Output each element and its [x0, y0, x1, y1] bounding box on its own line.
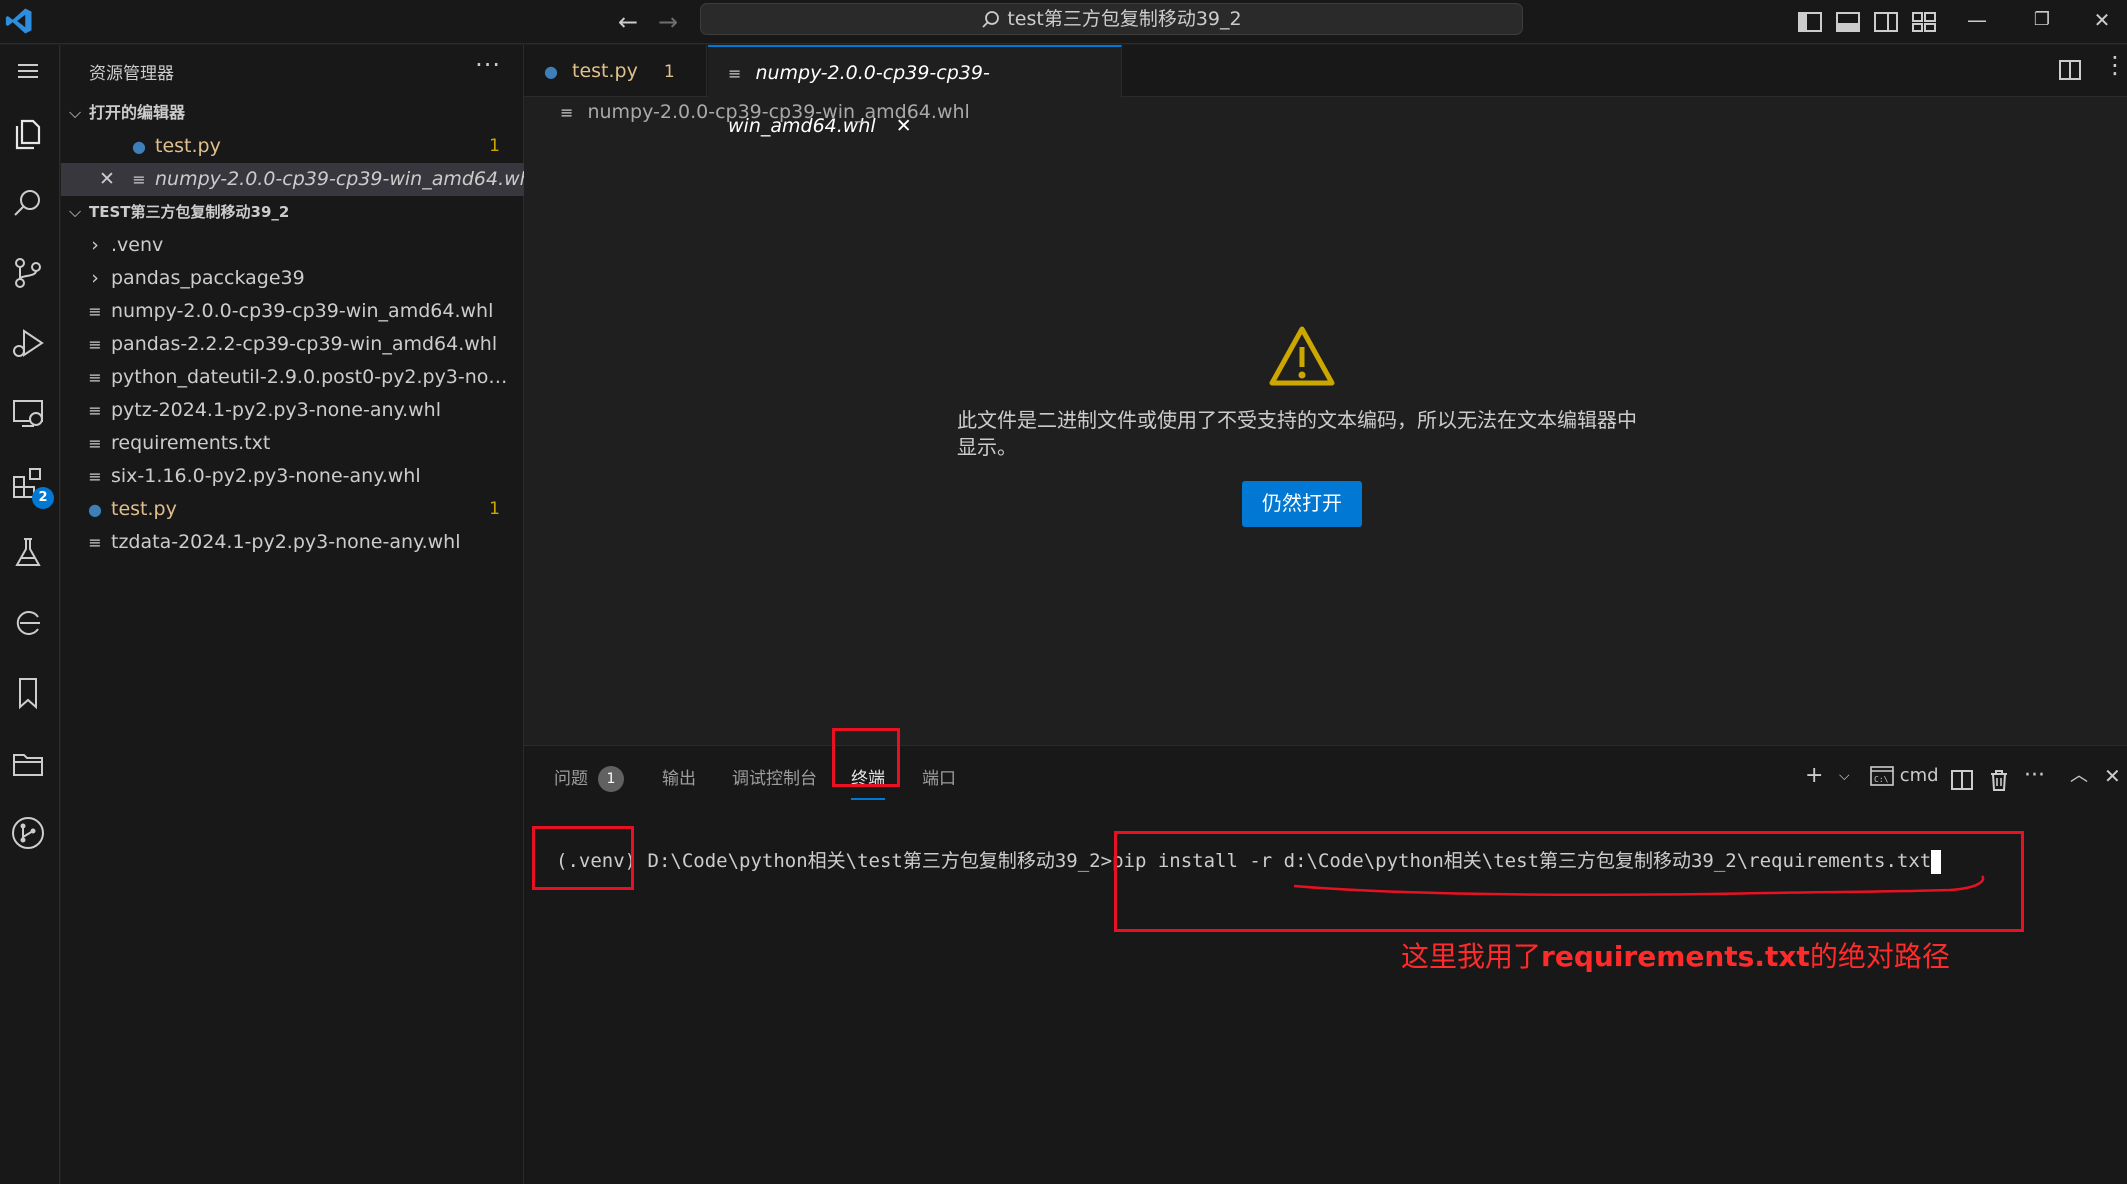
toggle-panel-icon[interactable] [1832, 6, 1864, 38]
title-bar: ← → test第三方包复制移动39_2 — ❐ ✕ [0, 0, 2127, 44]
git-graph-icon[interactable] [8, 813, 52, 857]
editor-tabs: ● test.py 1 ≡ numpy-2.0.0-cp39-cp39-win_… [524, 45, 2127, 137]
close-icon[interactable]: ✕ [97, 163, 117, 196]
tab-output[interactable]: 输出 [662, 764, 696, 794]
command-center-search[interactable]: test第三方包复制移动39_2 [700, 3, 1523, 35]
open-anyway-button[interactable]: 仍然打开 [1242, 481, 1362, 527]
trash-icon[interactable] [1988, 764, 2010, 796]
file-lines-icon: ≡ [88, 401, 102, 420]
svg-text:C:\: C:\ [1874, 775, 1889, 784]
file-lines-icon: ≡ [88, 467, 102, 486]
annotation-note: 这里我用了requirements.txt的绝对路径 [1401, 940, 1950, 973]
file-lines-icon: ≡ [132, 170, 146, 189]
tree-item-file[interactable]: ≡ six-1.16.0-py2.py3-none-any.whl [61, 460, 524, 493]
folder-icon[interactable] [8, 743, 52, 787]
more-actions-icon[interactable]: ··· [2024, 760, 2045, 792]
timeline-icon[interactable] [8, 603, 52, 647]
maximize-panel-icon[interactable]: ︿ [2070, 760, 2088, 792]
tab-problems[interactable]: 问题 1 [554, 764, 624, 794]
search-text: test第三方包复制移动39_2 [1007, 8, 1242, 30]
tree-item-file[interactable]: ≡ pandas-2.2.2-cp39-cp39-win_amd64.whl [61, 328, 524, 361]
open-editor-item[interactable]: ● test.py 1 [61, 130, 524, 163]
tree-item-file[interactable]: ≡ requirements.txt [61, 427, 524, 460]
python-file-icon: ● [544, 62, 558, 81]
chevron-right-icon: › [91, 267, 99, 289]
problem-count: 1 [489, 499, 500, 519]
tab-ports[interactable]: 端口 [922, 764, 956, 794]
chevron-down-icon: ⌵ [69, 103, 82, 122]
explorer-icon[interactable] [8, 113, 52, 157]
extensions-icon[interactable]: 2 [8, 463, 54, 509]
split-editor-icon[interactable] [2057, 57, 2083, 83]
search-sidebar-icon[interactable] [8, 183, 52, 227]
terminal-path: D:\Code\python相关\test第三方包复制移动39_2 [636, 850, 1101, 872]
open-editors-header[interactable]: ⌵ 打开的编辑器 [61, 97, 524, 129]
annotation-box-terminal-tab [832, 728, 900, 787]
toggle-sidebar-icon[interactable] [1794, 6, 1826, 38]
workspace-header[interactable]: ⌵ TEST第三方包复制移动39_2 [61, 196, 524, 228]
vscode-logo-icon [5, 8, 32, 34]
editor-area: ● test.py 1 ≡ numpy-2.0.0-cp39-cp39-win_… [524, 45, 2127, 745]
tab-test-py[interactable]: ● test.py 1 [524, 45, 707, 97]
sidebar-title: 资源管理器 [89, 64, 174, 84]
tree-item-file[interactable]: ≡ tzdata-2024.1-py2.py3-none-any.whl [61, 526, 524, 559]
breadcrumb[interactable]: ≡ numpy-2.0.0-cp39-cp39-win_amd64.whl [560, 101, 970, 123]
problem-count: 1 [489, 136, 500, 156]
testing-icon[interactable] [8, 533, 52, 577]
tree-item-file[interactable]: ≡ numpy-2.0.0-cp39-cp39-win_amd64.whl [61, 295, 524, 328]
customize-layout-icon[interactable] [1908, 6, 1940, 38]
restore-button[interactable]: ❐ [2022, 4, 2062, 36]
new-terminal-icon[interactable]: + [1805, 760, 1823, 792]
problems-badge: 1 [598, 766, 624, 792]
toggle-secondary-sidebar-icon[interactable] [1870, 6, 1902, 38]
forward-arrow-icon[interactable]: → [652, 6, 684, 38]
terminal-profile[interactable]: C:\ cmd [1870, 760, 1939, 792]
run-debug-icon[interactable] [8, 323, 52, 367]
more-actions-icon[interactable]: ··· [475, 51, 501, 79]
bookmark-icon[interactable] [8, 673, 52, 717]
tree-item-folder[interactable]: › .venv [61, 229, 524, 262]
source-control-icon[interactable] [8, 253, 52, 297]
file-lines-icon: ≡ [560, 103, 574, 122]
file-lines-icon: ≡ [88, 335, 102, 354]
binary-file-notice: 此文件是二进制文件或使用了不受支持的文本编码，所以无法在文本编辑器中显示。 仍然… [524, 325, 2080, 527]
chevron-down-icon[interactable]: ⌵ [1839, 760, 1850, 792]
tab-debug-console[interactable]: 调试控制台 [732, 764, 817, 794]
close-window-button[interactable]: ✕ [2082, 4, 2122, 36]
split-terminal-icon[interactable] [1950, 764, 1974, 796]
file-lines-icon: ≡ [728, 64, 742, 83]
search-icon [982, 10, 1000, 28]
file-lines-icon: ≡ [88, 368, 102, 387]
python-file-icon: ● [132, 137, 146, 156]
back-arrow-icon[interactable]: ← [612, 6, 644, 38]
minimize-button[interactable]: — [1957, 4, 1997, 36]
file-lines-icon: ≡ [88, 434, 102, 453]
extensions-badge: 2 [32, 487, 54, 509]
chevron-down-icon: ⌵ [69, 202, 82, 221]
binary-file-message: 此文件是二进制文件或使用了不受支持的文本编码，所以无法在文本编辑器中显示。 [957, 408, 1637, 459]
tree-item-file[interactable]: ≡ python_dateutil-2.9.0.post0-py2.py3-no… [61, 361, 524, 394]
tree-item-file[interactable]: ● test.py 1 [61, 493, 524, 526]
chevron-right-icon: › [91, 234, 99, 256]
terminal-icon: C:\ [1870, 766, 1894, 786]
file-lines-icon: ≡ [88, 533, 102, 552]
activity-bar: 2 [0, 45, 60, 1184]
annotation-box-venv [532, 826, 634, 890]
more-actions-icon[interactable]: ⋮ [2103, 51, 2127, 79]
tree-item-file[interactable]: ≡ pytz-2024.1-py2.py3-none-any.whl [61, 394, 524, 427]
close-panel-icon[interactable]: ✕ [2104, 760, 2121, 792]
warning-icon [1269, 326, 1335, 386]
file-lines-icon: ≡ [88, 302, 102, 321]
tree-item-folder[interactable]: › pandas_pacckage39 [61, 262, 524, 295]
open-editor-item-active[interactable]: ✕ ≡ numpy-2.0.0-cp39-cp39-win_amd64.whl [61, 163, 537, 196]
tab-numpy-whl[interactable]: ≡ numpy-2.0.0-cp39-cp39-win_amd64.whl ✕ [708, 45, 1122, 137]
remote-explorer-icon[interactable] [8, 393, 52, 437]
python-file-icon: ● [88, 500, 102, 519]
menu-icon[interactable] [8, 51, 52, 95]
explorer-sidebar: 资源管理器 ··· ⌵ 打开的编辑器 ● test.py 1 ✕ ≡ numpy… [61, 45, 537, 1184]
annotation-underline [1293, 875, 1985, 896]
